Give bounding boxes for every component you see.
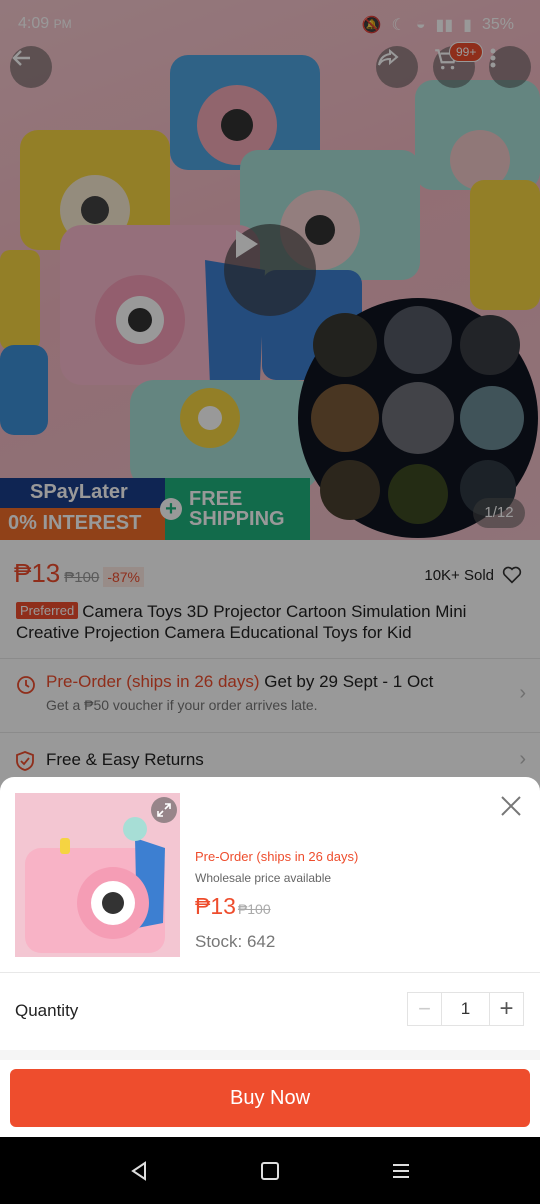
system-nav-bar <box>0 1137 540 1204</box>
sheet-original-price: ₱100 <box>237 901 271 917</box>
buy-now-button[interactable]: Buy Now <box>10 1069 530 1127</box>
wholesale-note: Wholesale price available <box>195 871 332 885</box>
sheet-preorder-status: Pre-Order (ships in 26 days) <box>195 849 359 864</box>
expand-image-button[interactable] <box>151 797 177 823</box>
divider <box>0 1050 540 1060</box>
sheet-price: ₱13 <box>195 893 236 919</box>
nav-back-icon[interactable] <box>127 1159 151 1183</box>
nav-menu-icon[interactable] <box>389 1159 413 1183</box>
variant-thumbnail[interactable] <box>15 793 180 957</box>
quantity-stepper: − 1 + <box>407 992 524 1026</box>
expand-icon <box>157 803 171 817</box>
quantity-label: Quantity <box>15 1001 79 1020</box>
nav-home-icon[interactable] <box>258 1159 282 1183</box>
quantity-input[interactable]: 1 <box>442 993 489 1025</box>
buy-now-sheet: Pre-Order (ships in 26 days) Wholesale p… <box>0 777 540 1137</box>
divider <box>0 972 540 973</box>
sheet-price-row: ₱13 ₱100 <box>195 893 358 920</box>
decrease-quantity-button[interactable]: − <box>408 993 442 1025</box>
variant-info: Pre-Order (ships in 26 days) Wholesale p… <box>195 849 358 952</box>
close-icon[interactable] <box>500 795 522 817</box>
increase-quantity-button[interactable]: + <box>489 993 523 1025</box>
stock-count: Stock: 642 <box>195 932 276 951</box>
